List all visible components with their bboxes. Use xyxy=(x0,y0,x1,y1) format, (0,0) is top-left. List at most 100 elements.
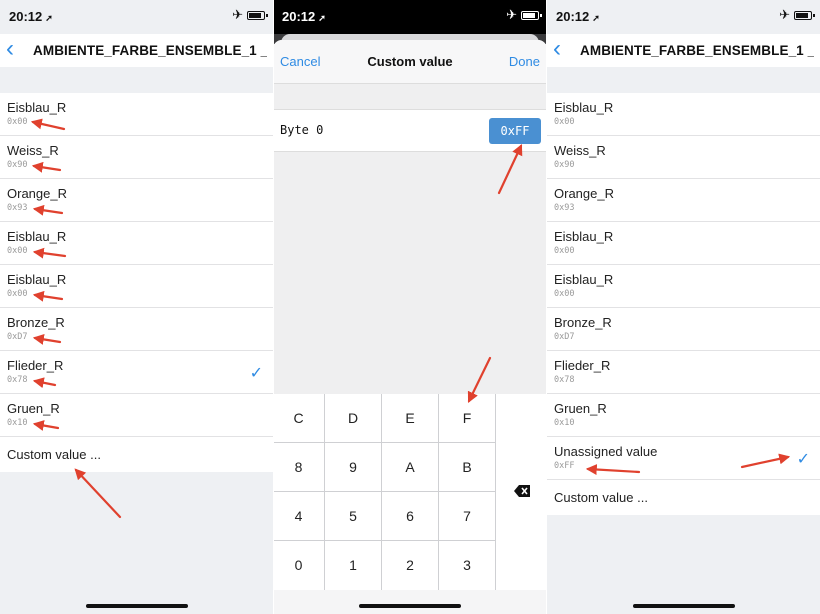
list-item[interactable]: Orange_R 0x93 xyxy=(547,179,820,222)
custom-value-label: Custom value ... xyxy=(554,490,648,505)
key-4[interactable]: 4 xyxy=(273,492,324,540)
key-0[interactable]: 0 xyxy=(273,541,324,590)
backspace-icon xyxy=(514,485,530,497)
option-name: Eisblau_R xyxy=(7,100,67,115)
list-item[interactable]: Gruen_R 0x10 xyxy=(0,394,273,437)
byte-row: Byte 0 0xFF xyxy=(273,109,547,152)
nav-bar: ‹ AMBIENTE_FARBE_ENSEMBLE_1 _L... xyxy=(0,34,273,67)
option-name: Eisblau_R xyxy=(554,229,614,244)
option-value: 0x10 xyxy=(7,418,28,428)
option-name: Gruen_R xyxy=(7,401,60,416)
sheet-title: Custom value xyxy=(367,54,453,69)
done-button[interactable]: Done xyxy=(509,54,540,69)
option-value: 0x90 xyxy=(554,160,575,170)
option-name: Gruen_R xyxy=(554,401,607,416)
location-arrow-icon: ➚ xyxy=(318,13,326,23)
list-item[interactable]: Flieder_R 0x78 ✓ xyxy=(0,351,273,394)
back-chevron-icon[interactable]: ‹ xyxy=(6,36,14,62)
key-7[interactable]: 7 xyxy=(439,492,495,540)
option-value: 0x00 xyxy=(7,246,28,256)
option-value: 0x90 xyxy=(7,160,28,170)
home-indicator xyxy=(85,604,188,608)
option-value: 0x93 xyxy=(554,203,575,213)
option-name: Unassigned value xyxy=(554,444,658,459)
key-c[interactable]: C xyxy=(273,394,324,442)
hex-keypad: C D E F 8 9 A B 4 5 6 7 0 1 2 3 xyxy=(273,394,547,590)
option-value: 0xD7 xyxy=(554,332,575,342)
option-value: 0xD7 xyxy=(7,332,28,342)
checkmark-icon: ✓ xyxy=(249,365,263,382)
nav-title: AMBIENTE_FARBE_ENSEMBLE_1 _L... xyxy=(33,43,267,58)
list-item[interactable]: Bronze_R 0xD7 xyxy=(0,308,273,351)
home-indicator xyxy=(359,604,461,608)
option-name: Flieder_R xyxy=(554,358,611,373)
option-value: 0x10 xyxy=(554,418,575,428)
status-time: 20:12 ➚ xyxy=(556,9,600,24)
custom-value-item[interactable]: Custom value ... xyxy=(0,437,273,472)
option-name: Eisblau_R xyxy=(554,100,614,115)
option-name: Orange_R xyxy=(554,186,614,201)
status-time: 20:12 ➚ xyxy=(282,9,326,24)
key-e[interactable]: E xyxy=(382,394,438,442)
unassigned-value-item[interactable]: Unassigned value 0xFF ✓ xyxy=(547,437,820,480)
key-3[interactable]: 3 xyxy=(439,541,495,590)
option-value: 0x93 xyxy=(7,203,28,213)
airplane-icon: ✈ xyxy=(232,7,243,22)
key-9[interactable]: 9 xyxy=(325,443,381,491)
key-a[interactable]: A xyxy=(382,443,438,491)
option-value: 0x00 xyxy=(554,117,575,127)
custom-value-item[interactable]: Custom value ... xyxy=(547,480,820,515)
list-item[interactable]: Gruen_R 0x10 xyxy=(547,394,820,437)
location-arrow-icon: ➚ xyxy=(45,13,53,23)
key-5[interactable]: 5 xyxy=(325,492,381,540)
key-2[interactable]: 2 xyxy=(382,541,438,590)
list-item[interactable]: Orange_R 0x93 xyxy=(0,179,273,222)
home-indicator xyxy=(632,604,735,608)
option-name: Weiss_R xyxy=(7,143,59,158)
list-item[interactable]: Bronze_R 0xD7 xyxy=(547,308,820,351)
option-value: 0x78 xyxy=(7,375,28,385)
airplane-icon: ✈ xyxy=(506,7,517,22)
list-item[interactable]: Eisblau_R 0x00 xyxy=(0,93,273,136)
keyboard-bottom-area xyxy=(273,590,547,614)
option-name: Eisblau_R xyxy=(554,272,614,287)
byte-label: Byte 0 xyxy=(280,123,324,137)
option-value: 0x78 xyxy=(554,375,575,385)
key-b[interactable]: B xyxy=(439,443,495,491)
list-item[interactable]: Weiss_R 0x90 xyxy=(547,136,820,179)
key-f[interactable]: F xyxy=(439,394,495,442)
backspace-key[interactable] xyxy=(496,394,547,590)
back-chevron-icon[interactable]: ‹ xyxy=(553,36,561,62)
battery-icon xyxy=(794,11,815,20)
list-item[interactable]: Weiss_R 0x90 xyxy=(0,136,273,179)
list-item[interactable]: Eisblau_R 0x00 xyxy=(547,93,820,136)
option-list: Eisblau_R 0x00 Weiss_R 0x90 Orange_R 0x93 E… xyxy=(547,93,820,515)
key-6[interactable]: 6 xyxy=(382,492,438,540)
option-value: 0x00 xyxy=(554,246,575,256)
status-bar: 20:12 ➚ ✈ xyxy=(0,0,273,34)
key-8[interactable]: 8 xyxy=(273,443,324,491)
option-list: Eisblau_R 0x00 Weiss_R 0x90 Orange_R 0x93 E… xyxy=(0,93,273,472)
panel-divider xyxy=(273,0,274,614)
battery-icon xyxy=(521,11,542,20)
option-value: 0xFF xyxy=(554,461,575,471)
option-value: 0x00 xyxy=(7,117,28,127)
option-value: 0x00 xyxy=(7,289,28,299)
option-name: Eisblau_R xyxy=(7,229,67,244)
nav-bar: ‹ AMBIENTE_FARBE_ENSEMBLE_1 _L... xyxy=(547,34,820,67)
list-item[interactable]: Eisblau_R 0x00 xyxy=(547,265,820,308)
custom-value-label: Custom value ... xyxy=(7,447,101,462)
panel-divider xyxy=(546,0,547,614)
sheet-header: Cancel Custom value Done xyxy=(273,40,547,84)
list-item[interactable]: Flieder_R 0x78 xyxy=(547,351,820,394)
key-d[interactable]: D xyxy=(325,394,381,442)
status-bar: 20:12 ➚ ✈ xyxy=(273,0,547,34)
screen-value-list-after: 20:12 ➚ ✈ ‹ AMBIENTE_FARBE_ENSEMBLE_1 _L.… xyxy=(547,0,820,614)
byte-value-field[interactable]: 0xFF xyxy=(489,118,541,144)
list-item[interactable]: Eisblau_R 0x00 xyxy=(0,265,273,308)
option-name: Orange_R xyxy=(7,186,67,201)
key-1[interactable]: 1 xyxy=(325,541,381,590)
list-item[interactable]: Eisblau_R 0x00 xyxy=(547,222,820,265)
list-item[interactable]: Eisblau_R 0x00 xyxy=(0,222,273,265)
option-value: 0x00 xyxy=(554,289,575,299)
